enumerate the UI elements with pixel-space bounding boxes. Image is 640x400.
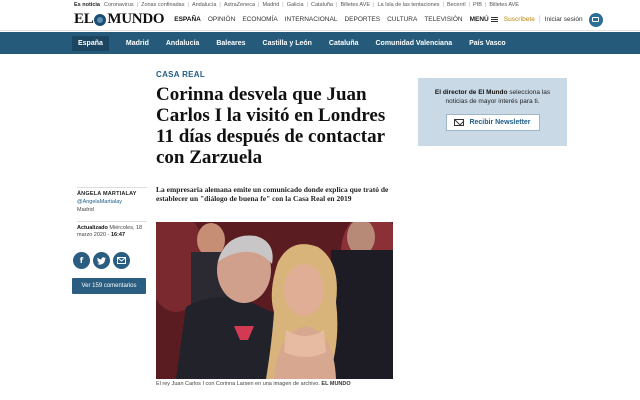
site-logo[interactable]: EL MUNDO (74, 11, 165, 28)
nav-item-economia[interactable]: ECONOMÍA (242, 16, 277, 23)
ticker-lead: Es noticia (74, 1, 100, 8)
header-divider: | (538, 16, 541, 23)
site-header: EL MUNDO ESPAÑA OPINIÓN ECONOMÍA INTERNA… (0, 9, 640, 31)
ticker-item[interactable]: La Isla de las tentaciones (377, 2, 439, 8)
nav-item-espana[interactable]: ESPAÑA (174, 16, 201, 23)
updated-time: 16:47 (110, 232, 126, 238)
article-kicker[interactable]: CASA REAL (156, 70, 205, 79)
envelope-icon (454, 119, 465, 126)
section-nav: España Madrid Andalucía Baleares Castill… (0, 32, 640, 54)
ticker-item[interactable]: Cataluña (311, 2, 333, 8)
newsletter-text: El director de El Mundo selecciona las n… (418, 88, 567, 106)
photo-illustration (156, 222, 393, 379)
hamburger-icon (490, 17, 498, 22)
main-nav: ESPAÑA OPINIÓN ECONOMÍA INTERNACIONAL DE… (174, 16, 469, 23)
section-tab-baleares[interactable]: Baleares (216, 40, 245, 47)
email-icon[interactable] (113, 252, 130, 269)
section-tab-cataluna[interactable]: Cataluña (329, 40, 359, 47)
facebook-icon[interactable]: f (73, 252, 90, 269)
ticker-item[interactable]: AstraZeneca (224, 2, 255, 8)
caption-text: El rey Juan Carlos I con Corinna Larsen … (156, 381, 320, 387)
breaking-news-ticker: Es noticia Coronavirus | Zonas confinadas… (74, 1, 519, 8)
updated-label: Actualizado (77, 225, 108, 231)
author-handle[interactable]: @AngelaMartialay (77, 199, 149, 205)
subscribe-link[interactable]: Suscríbete (504, 16, 535, 23)
share-buttons: f (73, 252, 133, 269)
ticker-item[interactable]: Madrid (262, 2, 279, 8)
section-tab-pais-vasco[interactable]: País Vasco (469, 40, 506, 47)
nav-item-opinion[interactable]: OPINIÓN (208, 16, 235, 23)
section-tab-andalucia[interactable]: Andalucía (166, 40, 199, 47)
nav-item-internacional[interactable]: INTERNACIONAL (285, 16, 338, 23)
author-city: Madrid (77, 207, 94, 213)
menu-label: MENÚ (469, 16, 489, 23)
photo-caption: El rey Juan Carlos I con Corinna Larsen … (156, 381, 396, 387)
author-divider-bottom (77, 221, 147, 222)
ticker-item[interactable]: Galicia (287, 2, 304, 8)
globe-icon (94, 13, 107, 26)
updated-timestamp: Actualizado Miércoles, 18 marzo 2020 - 1… (77, 225, 149, 239)
ticker-item[interactable]: Billetes AVE (489, 2, 519, 8)
twitter-icon[interactable] (93, 252, 110, 269)
nav-item-deportes[interactable]: DEPORTES (344, 16, 380, 23)
article-subheadline: La empresaria alemana emite un comunicad… (156, 185, 389, 203)
nav-item-television[interactable]: TELEVISIÓN (424, 16, 462, 23)
author-block: ÁNGELA MARTIALAY @AngelaMartialay Madrid (77, 191, 149, 213)
logo-text-left: EL (74, 11, 94, 27)
ticker-item[interactable]: Andalucía (192, 2, 216, 8)
ticker-item[interactable]: Becerril (447, 2, 466, 8)
ticker-item[interactable]: PIB (473, 2, 482, 8)
newsletter-text-bold: El director de El Mundo (434, 89, 508, 96)
section-tab-madrid[interactable]: Madrid (126, 40, 149, 47)
newsletter-button[interactable]: Recibir Newsletter (445, 114, 540, 131)
newsletter-button-label: Recibir Newsletter (469, 119, 531, 126)
author-divider-top (77, 187, 147, 188)
article-headline: Corinna desvela que Juan Carlos I la vis… (156, 84, 386, 168)
author-name[interactable]: ÁNGELA MARTIALAY (77, 191, 149, 197)
caption-credit: EL MUNDO (321, 381, 351, 387)
article-photo[interactable] (156, 222, 393, 379)
section-tab-castilla-leon[interactable]: Castilla y León (263, 40, 312, 47)
section-tab-comunidad-valenciana[interactable]: Comunidad Valenciana (375, 40, 452, 47)
ticker-item[interactable]: Coronavirus (104, 2, 134, 8)
user-icon[interactable] (588, 12, 603, 27)
newsletter-box: El director de El Mundo selecciona las n… (418, 78, 567, 146)
nav-item-cultura[interactable]: CULTURA (387, 16, 417, 23)
section-tab-espana[interactable]: España (72, 35, 109, 51)
ticker-item[interactable]: Zonas confinadas (141, 2, 184, 8)
ticker-item[interactable]: Billetes AVE (340, 2, 370, 8)
login-link[interactable]: Iniciar sesión (545, 16, 583, 23)
menu-button[interactable]: MENÚ (470, 16, 498, 23)
logo-text-right: MUNDO (107, 11, 165, 27)
view-comments-button[interactable]: Ver 159 comentarios (72, 278, 146, 294)
